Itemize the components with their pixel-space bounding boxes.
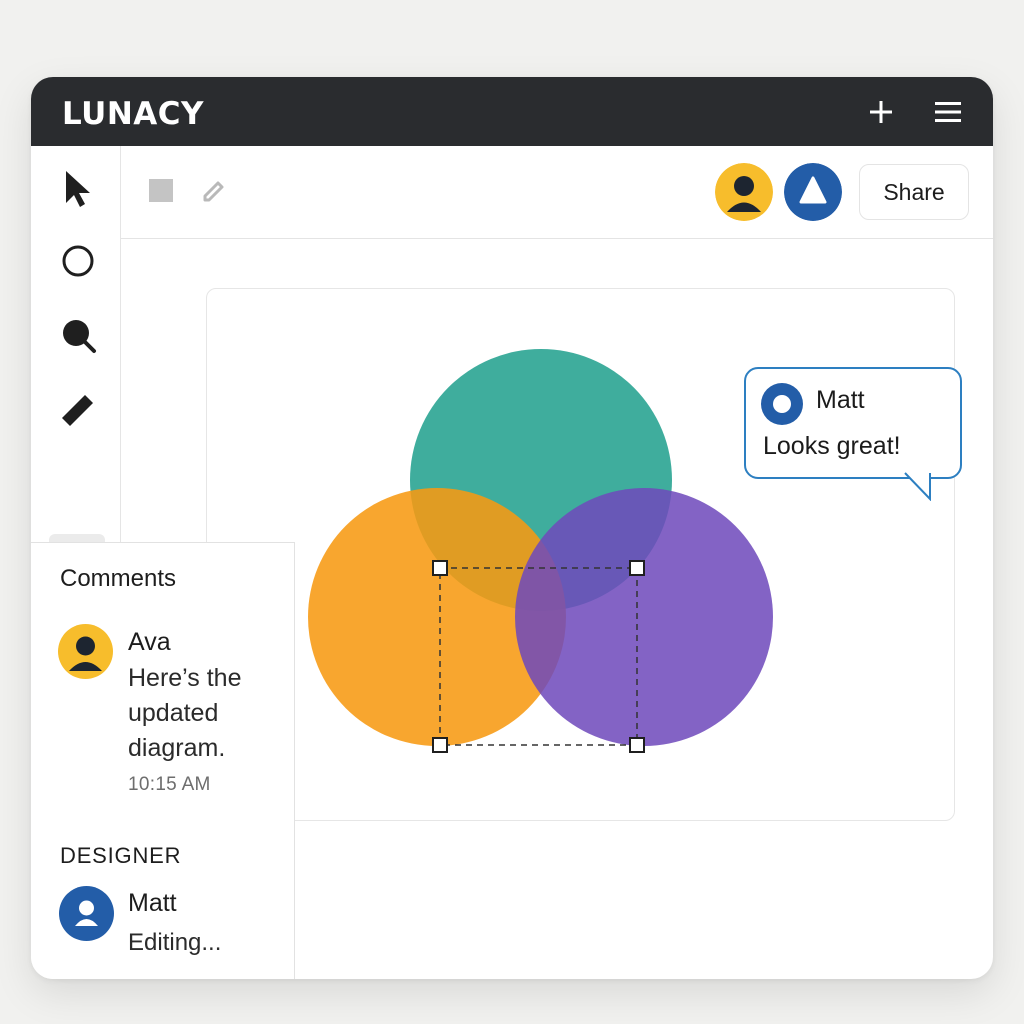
purple-circle[interactable]	[515, 488, 773, 746]
ava-avatar	[58, 624, 113, 679]
app-window: LUNACY Share Matt Looks great! Comments …	[31, 77, 993, 979]
comment-author: Ava	[128, 628, 171, 656]
comment-text: Here’s the updated diagram.	[128, 664, 242, 762]
bubble-tail	[903, 471, 931, 501]
comment-time: 10:15 AM	[128, 774, 211, 795]
designer-status: Editing...	[128, 929, 222, 956]
bubble-text: Looks great!	[763, 432, 901, 460]
bubble-author: Matt	[816, 386, 865, 414]
selection-handle-bottom-left[interactable]	[432, 737, 448, 753]
matt-avatar	[59, 886, 114, 941]
comments-panel: Comments Ava Here’s the updated diagram.…	[31, 542, 295, 820]
designer-title: DESIGNER	[60, 843, 182, 868]
selection-handle-top-right[interactable]	[629, 560, 645, 576]
designer-panel: DESIGNER Matt Editing...	[31, 819, 295, 979]
comments-title: Comments	[60, 565, 177, 592]
designer-name: Matt	[128, 889, 177, 917]
selection-handle-top-left[interactable]	[432, 560, 448, 576]
matt-avatar-icon	[761, 383, 803, 425]
comment-bubble[interactable]: Matt Looks great!	[744, 367, 962, 479]
selection-handle-bottom-right[interactable]	[629, 737, 645, 753]
